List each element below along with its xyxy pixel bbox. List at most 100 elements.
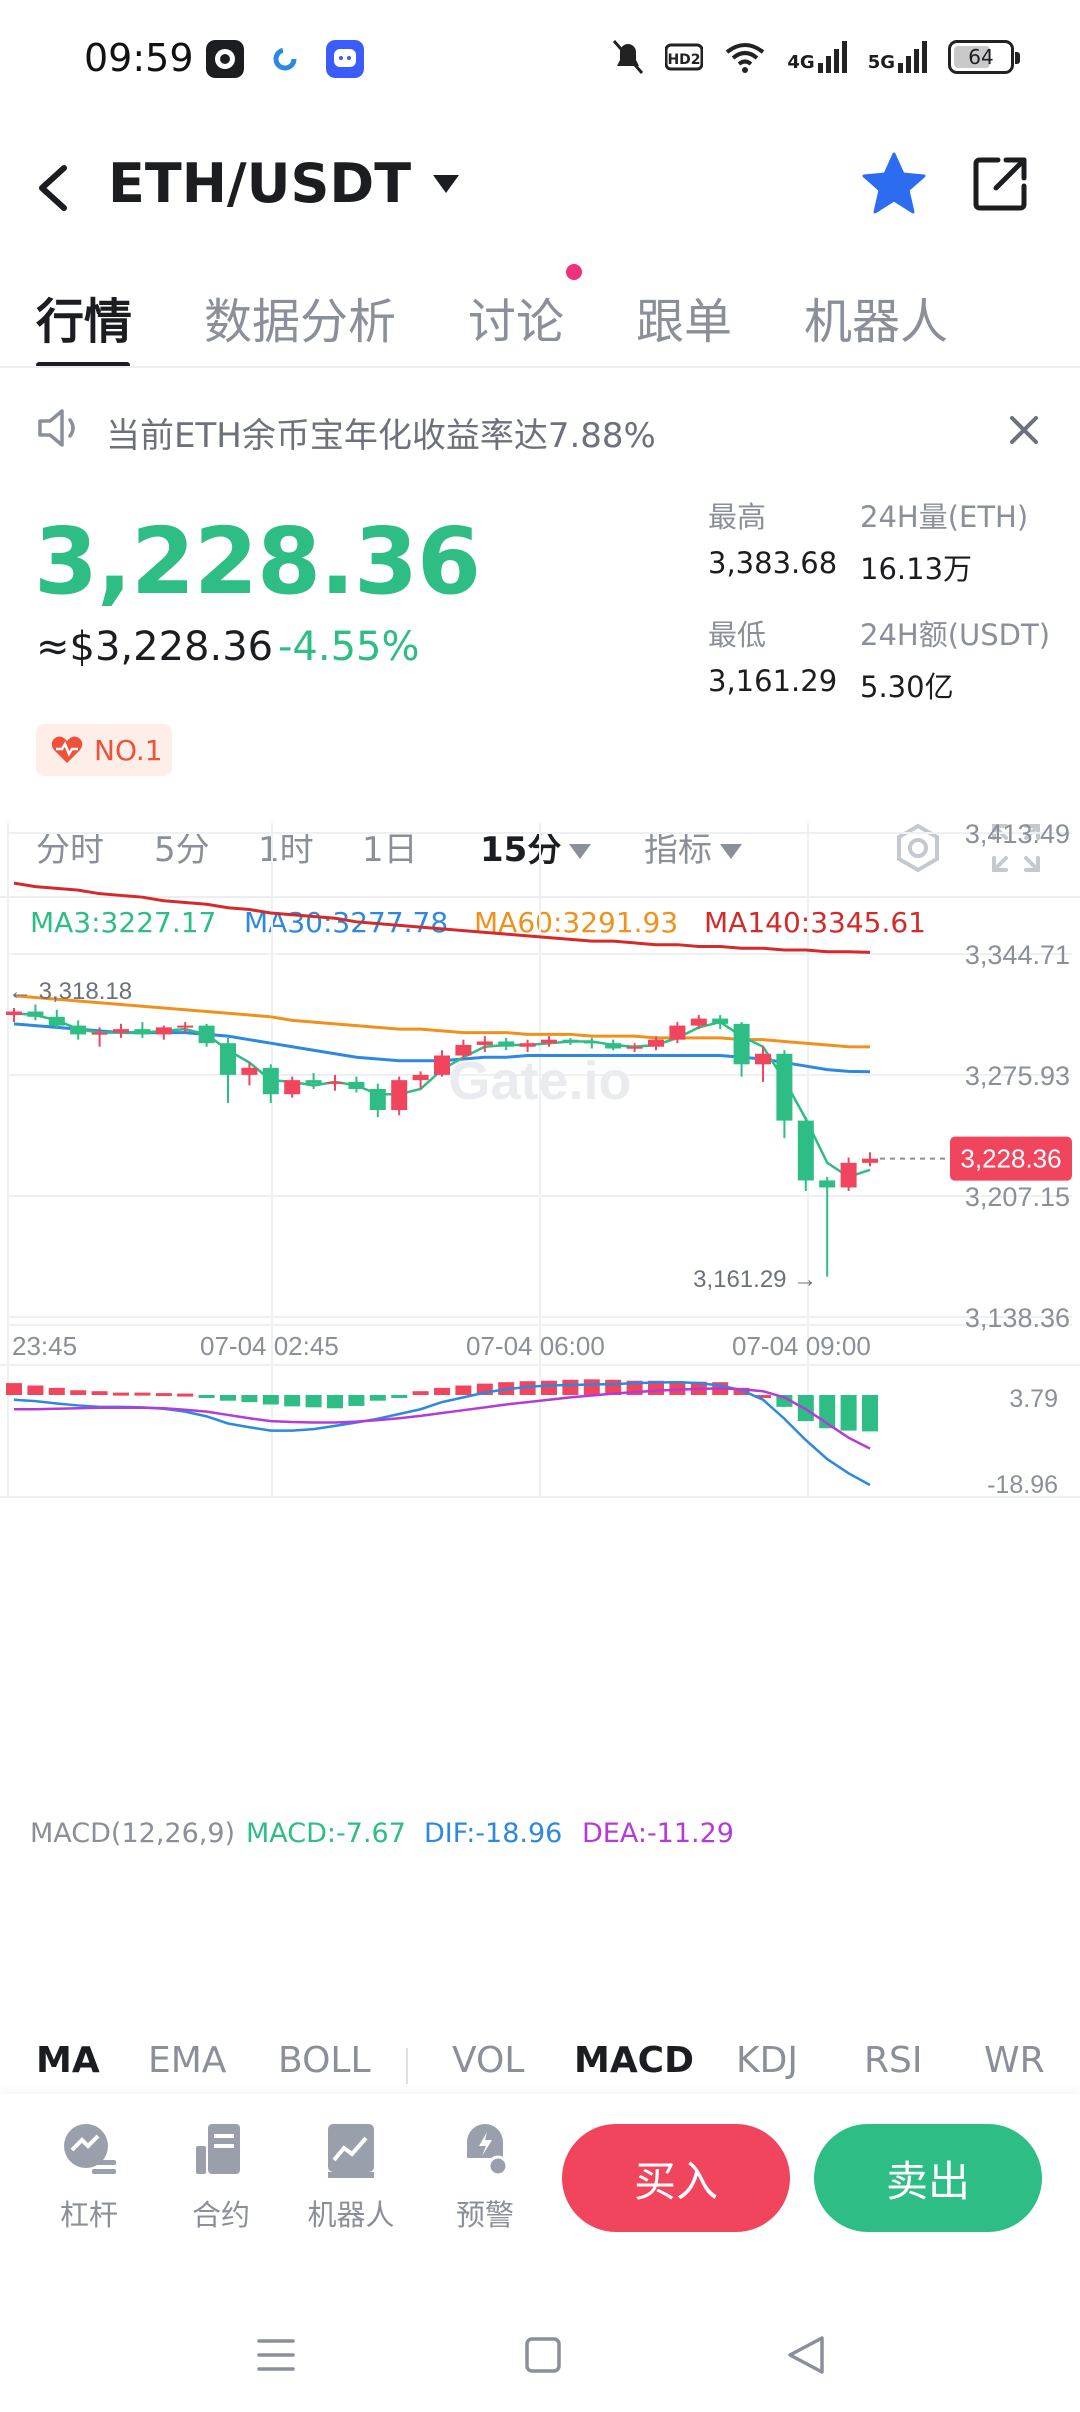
menu-icon[interactable] (256, 2336, 296, 2374)
candle-body (155, 1027, 172, 1035)
dea-line (14, 1387, 871, 1450)
macd-histogram-bar (327, 1394, 343, 1409)
bot-button[interactable]: 机器人 (306, 2120, 396, 2234)
macd-histogram-bar (369, 1394, 386, 1401)
tab-discussion[interactable]: 讨论 (468, 282, 564, 352)
candle-body (583, 1041, 600, 1044)
pair-selector[interactable]: ETH/USDT (108, 152, 460, 215)
candle-body (797, 1120, 814, 1181)
close-icon[interactable] (1004, 410, 1044, 450)
candle-body (498, 1041, 515, 1047)
tabs-divider (0, 366, 1080, 368)
tab-bots[interactable]: 机器人 (804, 282, 948, 352)
macd-title: MACD(12,26,9) (30, 1818, 236, 1849)
macd-histogram-bar (284, 1394, 301, 1407)
candle-body (605, 1043, 622, 1049)
buy-button[interactable]: 买入 (562, 2124, 790, 2232)
app-notification-icon (206, 40, 244, 78)
macd-histogram-bar (155, 1393, 172, 1397)
macd-histogram-bar (6, 1383, 22, 1395)
action-bar: 杠杆 合约 机器人 预警 买入 卖出 (0, 2094, 1080, 2278)
candle-body (690, 1018, 707, 1026)
tab-data-analysis[interactable]: 数据分析 (204, 282, 396, 352)
macd-histogram-bar (348, 1394, 365, 1406)
ind-kdj[interactable]: KDJ (736, 2040, 798, 2081)
high-price-marker: ← 3,318.18 (8, 978, 132, 1005)
ind-ma[interactable]: MA (36, 2040, 100, 2081)
tab-market[interactable]: 行情 (36, 282, 132, 352)
x-axis-label: 07-04 09:00 (732, 1331, 871, 1361)
macd-histogram-bar (177, 1393, 194, 1397)
tab-copy-trading[interactable]: 跟单 (636, 282, 732, 352)
announcement-text[interactable]: 当前ETH余币宝年化收益率达7.88% (106, 408, 656, 457)
back-nav-icon[interactable] (786, 2334, 826, 2376)
status-indicators: HD2 4G 5G 64 (611, 38, 1020, 76)
candle-body (712, 1018, 729, 1024)
candle-body (541, 1039, 557, 1044)
home-icon[interactable] (524, 2336, 562, 2374)
x-axis-label: 23:45 (12, 1331, 77, 1361)
ind-ema[interactable]: EMA (148, 2040, 226, 2081)
candle-body (648, 1039, 664, 1047)
candle-body (669, 1025, 686, 1040)
sell-button[interactable]: 卖出 (814, 2124, 1042, 2232)
macd-histogram-bar (262, 1394, 279, 1405)
share-icon[interactable] (972, 154, 1030, 212)
ind-boll[interactable]: BOLL (278, 2040, 371, 2081)
candle-body (27, 1011, 44, 1017)
candle-body (562, 1039, 579, 1042)
macd-histogram-bar (220, 1394, 236, 1401)
cell-signal-5g-icon: 5G (868, 41, 928, 73)
candlestick-chart[interactable]: Gate.io 3,413.49 3,344.71 3,275.93 3,207.15… (0, 630, 1080, 1690)
svg-text:HD2: HD2 (668, 52, 701, 68)
macd-histogram-bar (562, 1379, 579, 1395)
last-price: 3,228.36 (34, 508, 481, 615)
candle-body (220, 1043, 236, 1075)
macd-histogram-bar (241, 1394, 258, 1403)
futures-button[interactable]: 合约 (176, 2120, 266, 2234)
macd-value: MACD:-7.67 (246, 1818, 406, 1849)
status-app-icons (206, 40, 364, 78)
battery-level: 64 (968, 45, 994, 69)
macd-histogram-bar (305, 1394, 322, 1408)
macd-histogram-bar (48, 1387, 65, 1395)
wifi-icon (726, 43, 765, 73)
macd-histogram-bar (70, 1390, 87, 1395)
y-axis-label: 3,344.71 (965, 940, 1070, 970)
candle-body (113, 1029, 129, 1033)
candle-body (284, 1080, 301, 1095)
candle-body (819, 1180, 836, 1188)
candle-body (755, 1053, 771, 1065)
x-axis-label: 07-04 06:00 (466, 1331, 605, 1361)
candle-body (733, 1023, 750, 1065)
app-notification-icon-2 (273, 47, 297, 71)
leverage-button[interactable]: 杠杆 (44, 2120, 134, 2234)
volume-value: 16.13万 (860, 552, 973, 586)
ind-vol[interactable]: VOL (452, 2040, 524, 2081)
candle-body (862, 1158, 878, 1163)
x-axis-label: 07-04 02:45 (200, 1331, 339, 1361)
app-notification-icon-3 (326, 40, 364, 78)
ma140-line (13, 881, 871, 954)
back-arrow-icon[interactable] (30, 160, 76, 216)
ind-wr[interactable]: WR (984, 2040, 1045, 2081)
network-5g-label: 5G (867, 52, 895, 73)
bot-label: 机器人 (307, 2198, 395, 2232)
ind-macd[interactable]: MACD (574, 2040, 694, 2081)
speaker-icon (38, 409, 75, 447)
status-time: 09:59 (84, 36, 194, 80)
candle-body (70, 1025, 87, 1035)
macd-histogram-bar (412, 1391, 429, 1395)
macd-histogram-bar (198, 1394, 215, 1398)
low-price-marker: 3,161.29 → (693, 1266, 817, 1293)
chevron-down-icon (433, 174, 460, 193)
favorite-star-icon[interactable] (860, 150, 928, 218)
macd-axis-top: 3.79 (1009, 1385, 1058, 1413)
alert-button[interactable]: 预警 (440, 2120, 530, 2234)
ind-rsi[interactable]: RSI (864, 2040, 922, 2081)
futures-label: 合约 (191, 2198, 250, 2232)
indicator-separator (406, 2048, 408, 2084)
indicator-tabs: MA EMA BOLL VOL MACD KDJ RSI WR (0, 2040, 1080, 2100)
macd-histogram-bar (113, 1392, 129, 1396)
futures-icon (196, 2124, 240, 2174)
